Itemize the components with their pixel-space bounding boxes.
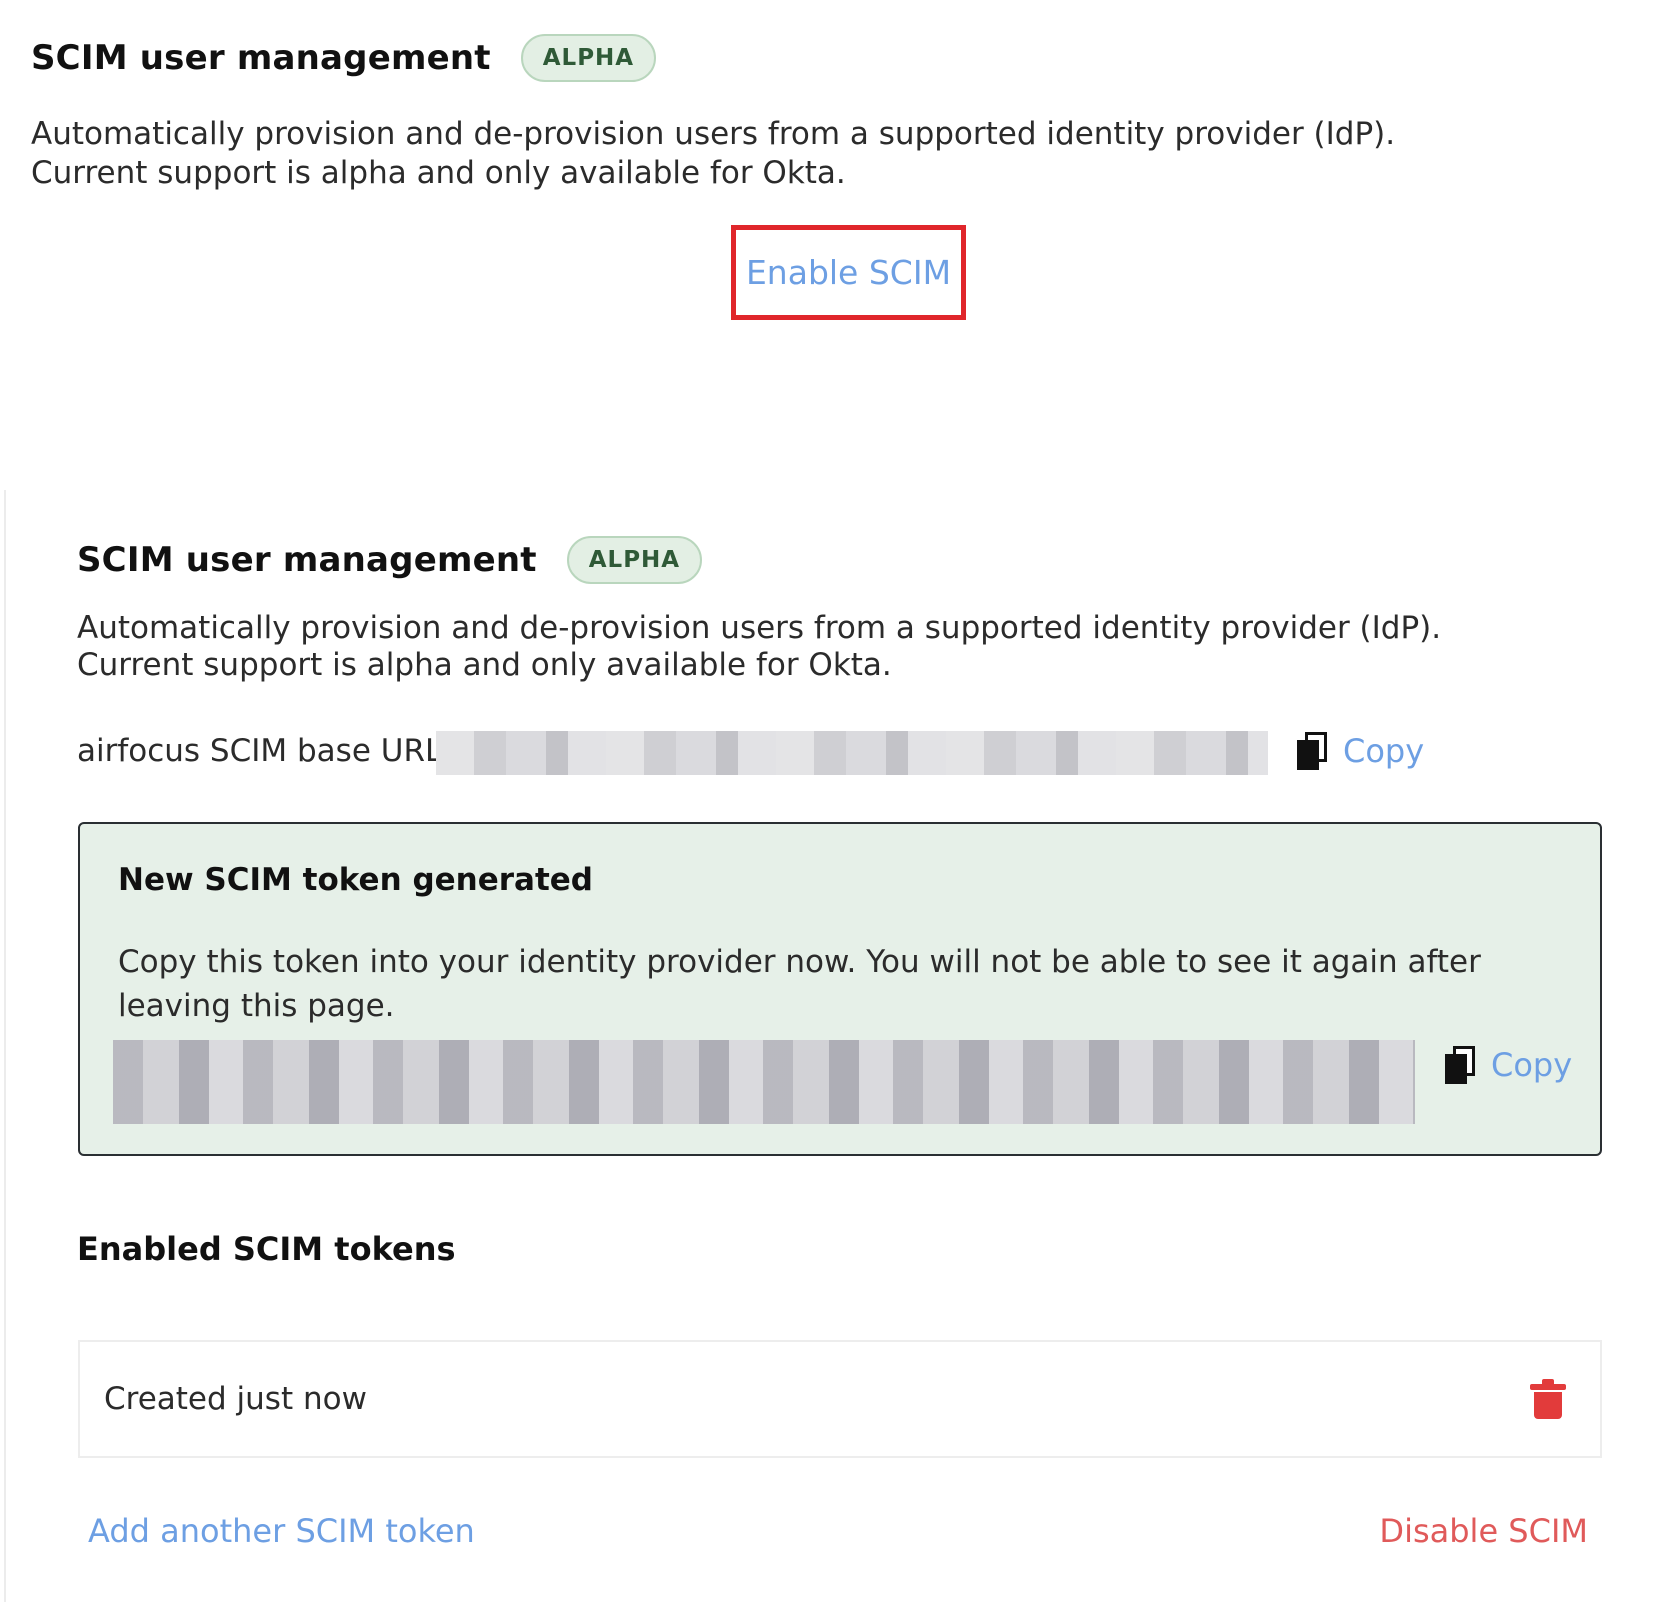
description-line: Current support is alpha and only availa… <box>31 155 846 191</box>
description: Automatically provision and de-provision… <box>77 610 1441 684</box>
description: Automatically provision and de-provision… <box>31 115 1395 193</box>
enable-scim-button[interactable]: Enable SCIM <box>731 225 966 320</box>
copy-icon <box>1445 1046 1475 1084</box>
base-url-value-redacted[interactable] <box>436 731 1268 775</box>
alpha-badge: ALPHA <box>520 34 657 82</box>
scim-disabled-panel: SCIM user management ALPHA Automatically… <box>0 0 1654 480</box>
section-title: SCIM user management <box>77 540 537 580</box>
title-row: SCIM user management ALPHA <box>31 34 657 82</box>
description-line: Automatically provision and de-provision… <box>77 610 1442 646</box>
description-line: Current support is alpha and only availa… <box>77 647 892 683</box>
description-line: Automatically provision and de-provision… <box>31 116 1396 152</box>
copy-icon <box>1297 732 1327 770</box>
trash-icon[interactable] <box>1530 1379 1566 1419</box>
title-row: SCIM user management ALPHA <box>77 536 703 584</box>
copy-base-url-button[interactable]: Copy <box>1297 732 1424 770</box>
new-token-alert: New SCIM token generated Copy this token… <box>78 822 1602 1156</box>
copy-token-button[interactable]: Copy <box>1445 1046 1572 1084</box>
token-value-redacted[interactable] <box>113 1040 1415 1124</box>
copy-label: Copy <box>1491 1046 1573 1084</box>
token-created-label: Created just now <box>104 1381 367 1417</box>
new-token-description: Copy this token into your identity provi… <box>118 944 1481 1024</box>
section-title: SCIM user management <box>31 38 491 78</box>
panel-divider <box>4 490 6 1602</box>
add-token-link[interactable]: Add another SCIM token <box>88 1512 475 1550</box>
new-token-title: New SCIM token generated <box>118 862 593 898</box>
copy-label: Copy <box>1343 732 1425 770</box>
disable-scim-link[interactable]: Disable SCIM <box>1379 1512 1588 1550</box>
base-url-row: airfocus SCIM base URL: <box>77 728 453 774</box>
alpha-badge: ALPHA <box>566 536 703 584</box>
base-url-label: airfocus SCIM base URL: <box>77 733 453 769</box>
token-list-item: Created just now <box>78 1340 1602 1458</box>
enabled-tokens-title: Enabled SCIM tokens <box>77 1230 456 1268</box>
